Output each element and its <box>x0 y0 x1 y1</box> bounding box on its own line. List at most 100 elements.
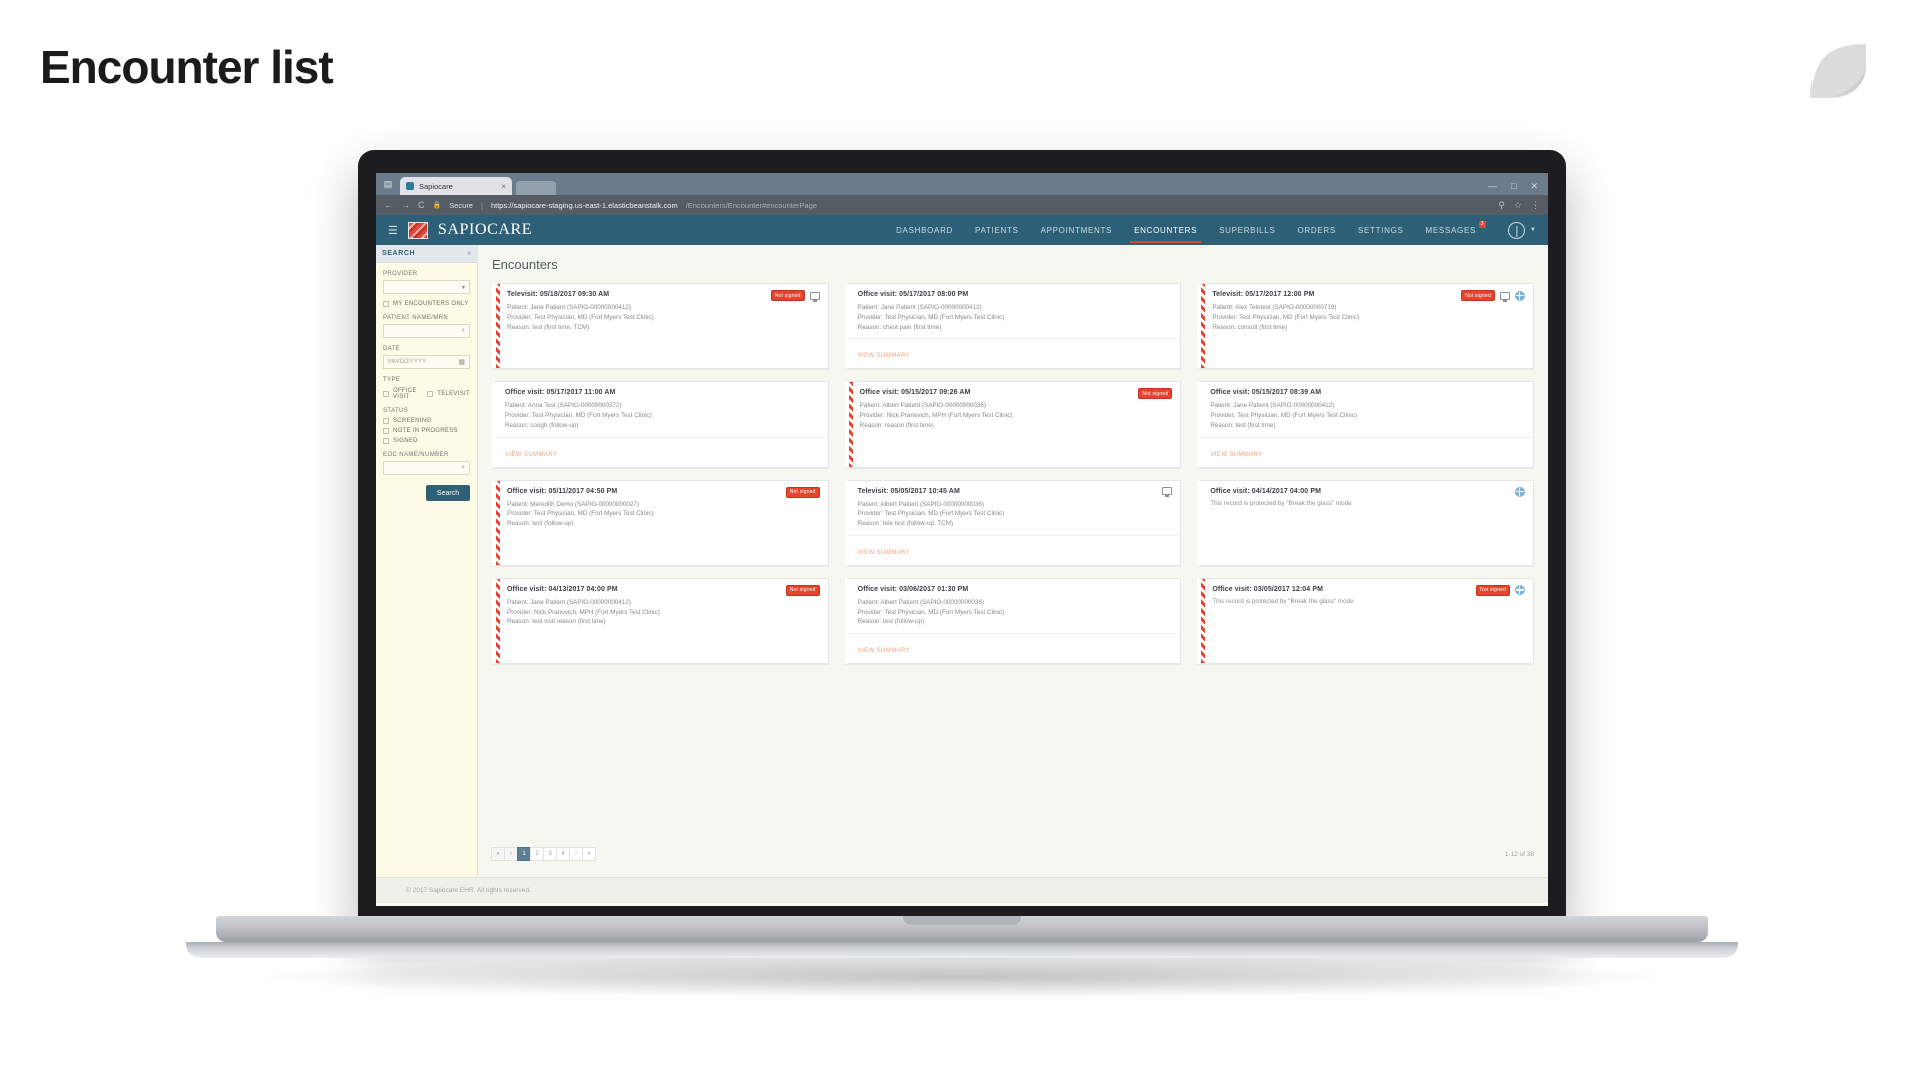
monitor-icon <box>1162 486 1173 495</box>
encounter-provider: Provider: Test Physician, MD (Fort Myers… <box>505 412 652 419</box>
window-close-icon[interactable]: ✕ <box>1530 181 1538 192</box>
back-icon[interactable]: ← <box>384 200 393 210</box>
provider-filter: PROVIDER ▾ MY ENCOUNTERS ONLY <box>376 263 477 307</box>
url-path[interactable]: /Encounters/Encounter#encounterPage <box>686 201 817 210</box>
nav-item-orders[interactable]: ORDERS <box>1297 217 1335 243</box>
search-button-row: Search <box>376 475 477 501</box>
nav-item-messages[interactable]: MESSAGES 3 <box>1426 217 1487 243</box>
encounter-card[interactable]: Office visit: 05/11/2017 04:50 PM Patient… <box>492 479 829 566</box>
app-body: SEARCH « PROVIDER ▾ MY ENCOUNTERS ONLY P… <box>376 245 1548 877</box>
status-option-label: SCREENING <box>393 418 432 424</box>
encounter-card[interactable]: Office visit: 05/17/2017 11:00 AM Patient… <box>492 381 829 468</box>
encounter-card-title: Office visit: 05/15/2017 08:39 AM <box>1210 389 1322 397</box>
hamburger-menu-icon[interactable]: ☰ <box>388 224 398 237</box>
encounter-card[interactable]: Office visit: 04/14/2017 04:00 PM This re… <box>1197 479 1534 566</box>
window-controls: — □ ✕ <box>1488 181 1548 195</box>
pagination-prev-button[interactable]: ‹ <box>504 847 518 861</box>
forward-icon[interactable]: → <box>401 200 410 210</box>
nav-item-settings[interactable]: SETTINGS <box>1358 217 1404 243</box>
encounter-card[interactable]: Office visit: 04/13/2017 04:00 PM Patient… <box>492 577 829 664</box>
my-encounters-only-checkbox[interactable]: MY ENCOUNTERS ONLY <box>383 301 470 307</box>
pagination-page-1[interactable]: 1 <box>517 847 531 861</box>
copyright-text: © 2017 Sapiocare EHR. All rights reserve… <box>406 887 531 894</box>
tab-title: Sapiocare <box>419 181 453 191</box>
type-option-label: OFFICE VISIT <box>393 388 417 400</box>
status-option-note-in-progress[interactable]: NOTE IN PROGRESS <box>383 428 470 434</box>
encounter-card-icons: Not signed <box>1476 584 1525 596</box>
url-domain[interactable]: https://sapiocare-staging.us-east-1.elas… <box>491 201 678 210</box>
secure-label: Secure <box>449 200 473 210</box>
encounter-patient: Patient: Anna Test (SAPIO-00000000372) <box>505 402 622 410</box>
nav-item-appointments[interactable]: APPOINTMENTS <box>1041 217 1113 243</box>
encounter-card[interactable]: Office visit: 03/05/2017 12:04 PM This re… <box>1197 577 1534 664</box>
type-option-office-visit[interactable]: OFFICE VISIT <box>383 388 417 400</box>
encounter-card-title: Office visit: 05/11/2017 04:50 PM <box>507 487 618 495</box>
break-the-glass-message: This record is protected by "Break the g… <box>1210 499 1352 507</box>
pagination-page-3[interactable]: 3 <box>543 847 557 861</box>
pagination-first-button[interactable]: « <box>491 847 505 861</box>
encounter-card[interactable]: Office visit: 05/17/2017 08:00 PM Patient… <box>844 283 1182 370</box>
browser-tab[interactable]: Sapiocare × <box>400 177 512 195</box>
encounter-card-footer: VIEW SUMMARY <box>848 338 1181 362</box>
patient-search-input[interactable]: ⌕ <box>383 324 470 338</box>
status-badge: Not signed <box>1461 290 1495 301</box>
search-icon[interactable]: ⌕ <box>461 464 465 472</box>
view-summary-link[interactable]: VIEW SUMMARY <box>858 550 910 556</box>
encounter-reason: Reason: test (first time, TCM) <box>507 323 590 331</box>
bookmark-star-icon[interactable]: ☆ <box>1514 200 1522 211</box>
encounter-provider: Provider: Test Physician, MD (Fort Myers… <box>857 608 1005 616</box>
messages-badge: 3 <box>1478 221 1487 228</box>
new-tab-button[interactable] <box>516 181 556 195</box>
encounter-card-footer: VIEW SUMMARY <box>848 534 1181 559</box>
encounter-provider: Provider: Test Physician, MD (Fort Myers… <box>857 510 1005 518</box>
encounter-provider: Provider: Test Physician, MD (Fort Myers… <box>507 510 654 518</box>
provider-select[interactable]: ▾ <box>383 280 470 294</box>
encounter-card[interactable]: Office visit: 03/06/2017 01:30 PM Patient… <box>844 577 1182 664</box>
eoc-label: EOC NAME/NUMBER <box>383 452 449 458</box>
nav-item-label: DASHBOARD <box>896 226 954 235</box>
encounter-provider: Provider: Test Physician, MD (Fort Myers… <box>507 313 654 321</box>
encounter-card-icons <box>1514 486 1525 497</box>
view-summary-link[interactable]: VIEW SUMMARY <box>505 452 557 458</box>
window-minimize-icon[interactable]: — <box>1488 181 1497 192</box>
nav-item-encounters[interactable]: ENCOUNTERS <box>1130 217 1202 243</box>
sidebar-collapse-icon[interactable]: « <box>467 250 471 257</box>
view-summary-link[interactable]: VIEW SUMMARY <box>858 648 910 654</box>
pagination-last-button[interactable]: » <box>582 847 596 861</box>
date-input[interactable]: MM/DD/YYYY ▦ <box>383 355 470 369</box>
search-icon[interactable]: ⌕ <box>461 327 465 335</box>
nav-item-patients[interactable]: PATIENTS <box>975 217 1019 243</box>
encounter-card[interactable]: Televisit: 05/18/2017 09:30 AM Patient: J… <box>492 283 829 370</box>
eoc-search-input[interactable]: ⌕ <box>383 461 470 475</box>
date-filter: DATE MM/DD/YYYY ▦ <box>376 338 477 369</box>
profile-icon[interactable]: ⚲ <box>1498 200 1505 211</box>
user-menu[interactable]: ▼ <box>1508 221 1536 239</box>
window-maximize-icon[interactable]: □ <box>1511 181 1516 192</box>
lock-icon: 🔒 <box>432 202 442 209</box>
pagination-page-2[interactable]: 2 <box>530 847 544 861</box>
search-button[interactable]: Search <box>426 485 470 501</box>
encounter-reason: Reason: reason (first time) <box>859 421 934 429</box>
pagination-page-4[interactable]: 4 <box>556 847 570 861</box>
app-footer: © 2017 Sapiocare EHR. All rights reserve… <box>376 877 1548 903</box>
tab-close-icon[interactable]: × <box>501 182 506 191</box>
calendar-icon[interactable]: ▦ <box>458 358 465 366</box>
view-summary-link[interactable]: VIEW SUMMARY <box>1210 452 1262 458</box>
encounter-card[interactable]: Office visit: 05/15/2017 08:39 AM Patient… <box>1197 381 1534 468</box>
chrome-menu-icon[interactable]: ⋮ <box>1531 200 1540 211</box>
view-summary-link[interactable]: VIEW SUMMARY <box>858 353 910 359</box>
encounter-card[interactable]: Televisit: 05/05/2017 10:45 AM Patient: A… <box>844 479 1182 566</box>
encounter-card[interactable]: Office visit: 05/15/2017 09:26 AM Patient… <box>844 381 1182 468</box>
encounter-card-footer: VIEW SUMMARY <box>1201 436 1533 461</box>
encounter-card[interactable]: Televisit: 05/17/2017 12:00 PM Patient: A… <box>1197 283 1534 370</box>
nav-item-superbills[interactable]: SUPERBILLS <box>1219 217 1275 243</box>
encounter-patient: Patient: Jane Patient (SAPIO-00000000412… <box>857 304 982 311</box>
reload-icon[interactable]: C <box>418 200 425 210</box>
status-option-screening[interactable]: SCREENING <box>383 418 470 424</box>
type-option-televisit[interactable]: TELEVISIT <box>427 388 470 400</box>
checkbox-box <box>383 418 389 424</box>
pagination-next-button[interactable]: › <box>569 847 583 861</box>
shield-icon <box>1514 585 1525 596</box>
laptop-base <box>216 916 1708 942</box>
nav-item-dashboard[interactable]: DASHBOARD <box>896 217 953 243</box>
